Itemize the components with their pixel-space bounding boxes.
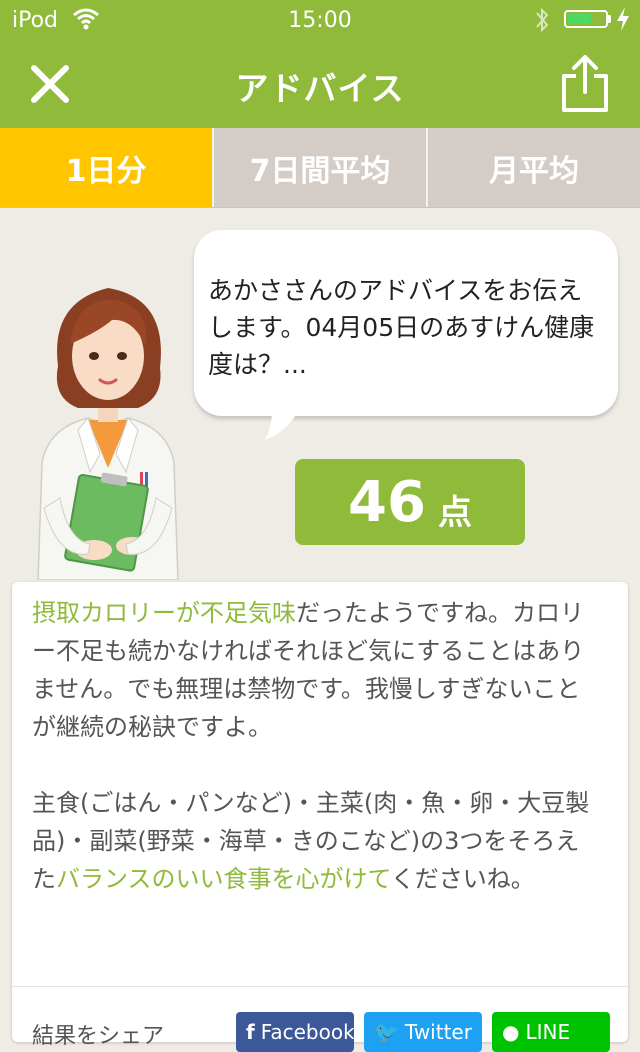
advice-paragraph-1: 摂取カロリーが不足気味だったようですね。カロリー不足も続かなければそれほど気にす…: [32, 594, 602, 746]
line-icon: ●: [502, 1020, 520, 1044]
share-label: 結果をシェア: [32, 1024, 165, 1049]
advice-text-2b: くださいね。: [390, 865, 535, 893]
score-unit: 点: [437, 492, 472, 533]
battery-icon: [564, 10, 608, 28]
advice-highlight-1: 摂取カロリーが不足気味: [32, 599, 296, 627]
tab-seven-day-average[interactable]: 7日間平均: [212, 128, 426, 207]
line-label: LINE: [525, 1020, 571, 1044]
advice-card: 摂取カロリーが不足気味だったようですね。カロリー不足も続かなければそれほど気にす…: [12, 582, 628, 1052]
advice-highlight-2: バランスのいい食事を心がけて: [56, 865, 391, 893]
advice-speech-bubble: あかささんのアドバイスをお伝えします。04月05日のあすけん健康度は？...: [194, 230, 618, 416]
advice-paragraph-2: 主食(ごはん・パンなど)・主菜(肉・魚・卵・大豆製品)・副菜(野菜・海草・きのこ…: [32, 784, 602, 898]
battery-level: [568, 14, 591, 24]
advice-text: 摂取カロリーが不足気味だったようですね。カロリー不足も続かなければそれほど気にす…: [32, 594, 602, 898]
tab-one-day[interactable]: 1日分: [0, 128, 212, 207]
health-score-badge: 46 点: [295, 459, 525, 545]
facebook-label: Facebook: [260, 1020, 355, 1044]
doctor-illustration: [37, 288, 179, 580]
share-icon: [562, 55, 608, 112]
twitter-icon: 🐦: [374, 1020, 399, 1044]
page-title: アドバイス: [235, 69, 405, 108]
bluetooth-icon: [534, 6, 550, 40]
twitter-label: Twitter: [404, 1020, 472, 1044]
line-share-button[interactable]: ● LINE: [492, 1012, 610, 1052]
speech-bubble-tail: [264, 408, 300, 440]
twitter-share-button[interactable]: 🐦 Twitter: [364, 1012, 482, 1052]
share-button[interactable]: [556, 54, 614, 114]
battery-nub: [608, 15, 611, 23]
score-value: 46: [348, 469, 426, 535]
facebook-share-button[interactable]: f Facebook: [236, 1012, 355, 1052]
charging-icon: [616, 6, 630, 37]
navigation-bar: アドバイス: [0, 40, 640, 128]
tab-monthly-average[interactable]: 月平均: [426, 128, 640, 207]
divider: [12, 986, 628, 987]
status-bar: iPod 15:00: [0, 0, 640, 40]
period-tabs: 1日分 7日間平均 月平均: [0, 128, 640, 208]
facebook-icon: f: [246, 1020, 255, 1044]
